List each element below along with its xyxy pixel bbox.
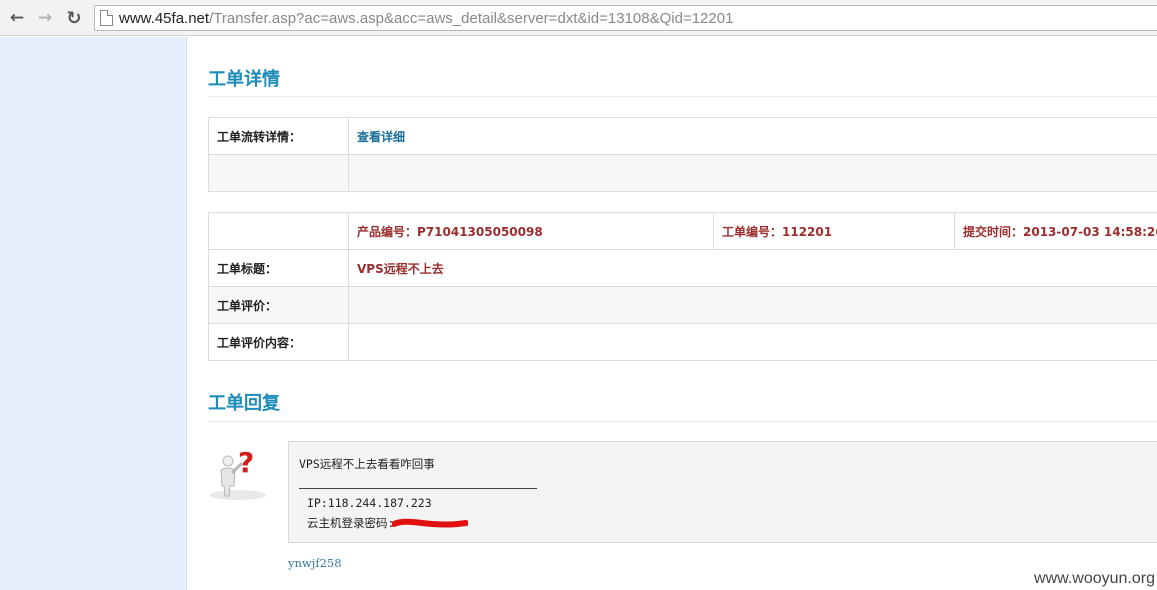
main-content: 工单详情 工单流转详情： 查看详细 产品编号：P71041305050098 工…: [188, 37, 1157, 590]
product-no-cell: 产品编号：P71041305050098: [348, 212, 714, 250]
rating-label: 工单评价：: [208, 286, 349, 324]
watermark: www.wooyun.org: [1034, 570, 1155, 587]
reply-password-line: 云主机登录密码:: [307, 515, 469, 531]
ticket-info-table: 产品编号：P71041305050098 工单编号：112201 提交时间：20…: [208, 212, 1157, 361]
left-sidebar: [0, 37, 187, 590]
ticket-no-cell: 工单编号：112201: [713, 212, 955, 250]
back-arrow-icon[interactable]: ←: [6, 7, 28, 29]
rating-content-label: 工单评价内容：: [208, 323, 349, 361]
reply-ip: IP:118.244.187.223: [307, 496, 432, 510]
svg-text:?: ?: [238, 446, 254, 479]
reply-message-box: VPS远程不上去看看咋回事 IP:118.244.187.223 云主机登录密码…: [288, 441, 1157, 543]
empty-label-cell: [208, 154, 349, 192]
url-text[interactable]: www.45fa.net/Transfer.asp?ac=aws.asp&acc…: [119, 10, 733, 27]
flow-table: 工单流转详情： 查看详细: [208, 117, 1157, 192]
page-icon: [100, 10, 113, 26]
product-number: 产品编号：P71041305050098: [357, 224, 543, 239]
reply-username[interactable]: ynwjf258: [288, 556, 342, 570]
flow-label: 工单流转详情：: [208, 117, 349, 155]
reload-icon[interactable]: ↻: [63, 7, 85, 29]
rating-content-value: [348, 323, 1157, 361]
redaction-mark: [392, 518, 469, 529]
address-bar[interactable]: www.45fa.net/Transfer.asp?ac=aws.asp&acc…: [94, 5, 1157, 31]
ticket-reply-title: 工单回复: [208, 393, 280, 414]
subject-label: 工单标题：: [208, 249, 349, 287]
submit-time: 提交时间：2013-07-03 14:58:26: [963, 224, 1157, 239]
empty-value-cell: [348, 154, 1157, 192]
divider: [208, 421, 1157, 422]
divider: [208, 96, 1157, 97]
submit-time-cell: 提交时间：2013-07-03 14:58:26: [954, 212, 1157, 250]
subject-value: VPS远程不上去: [357, 261, 444, 276]
question-person-icon: ?: [208, 442, 268, 502]
ticket-number: 工单编号：112201: [722, 224, 833, 239]
browser-toolbar: ← → ↻ www.45fa.net/Transfer.asp?ac=aws.a…: [0, 0, 1157, 36]
flow-cell: 查看详细: [348, 117, 1157, 155]
reply-divider: [299, 488, 537, 489]
empty-header-cell: [208, 212, 349, 250]
forward-arrow-icon[interactable]: →: [34, 7, 56, 29]
rating-value: [348, 286, 1157, 324]
reply-message: VPS远程不上去看看咋回事: [299, 457, 435, 471]
url-path: /Transfer.asp?ac=aws.asp&acc=aws_detail&…: [209, 10, 734, 27]
password-label: 云主机登录密码:: [307, 516, 395, 530]
url-domain: www.45fa.net: [119, 10, 210, 27]
ticket-detail-title: 工单详情: [208, 69, 280, 90]
subject-cell: VPS远程不上去: [348, 249, 1157, 287]
view-detail-link[interactable]: 查看详细: [357, 130, 405, 144]
